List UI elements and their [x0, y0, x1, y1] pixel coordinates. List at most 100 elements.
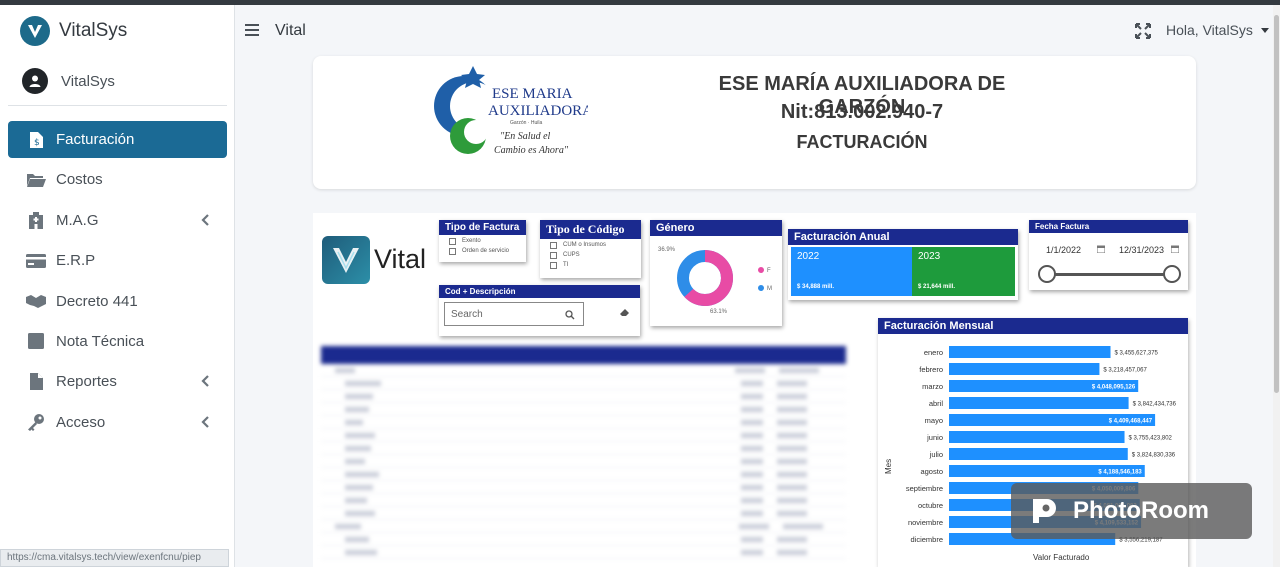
scrollbar-thumb[interactable] — [1274, 15, 1279, 393]
table-row — [321, 455, 846, 468]
fullscreen-icon[interactable] — [1135, 23, 1151, 39]
search-input[interactable]: Search — [444, 302, 584, 326]
slicer-title: Tipo de Factura — [439, 220, 526, 235]
category-label-mayo: mayo — [925, 416, 943, 425]
category-label-diciembre: diciembre — [910, 535, 943, 544]
bar-junio[interactable] — [949, 431, 1125, 443]
calendar-icon[interactable] — [1171, 245, 1179, 253]
brand-name: VitalSys — [59, 20, 128, 41]
genero-donut-chart: 36.9% 63.1% F M — [658, 247, 772, 315]
date-end[interactable]: 12/31/2023 — [1119, 245, 1164, 255]
slicer-cod-descripcion: Cod + Descripción Search — [439, 285, 640, 336]
sidebar-item-reportes[interactable]: Reportes — [8, 363, 227, 400]
user-panel[interactable]: VitalSys — [0, 57, 235, 105]
top-navbar: Vital Hola, VitalSys — [235, 5, 1280, 57]
sidebar: VitalSys VitalSys $ Facturación Costos M… — [0, 5, 235, 567]
sidebar-item-decreto-441[interactable]: Decreto 441 — [8, 283, 227, 320]
calendar-icon[interactable] — [1097, 245, 1105, 253]
data-label-mayo: $ 4,409,468,447 — [1109, 419, 1153, 425]
table-row — [321, 377, 846, 390]
logo-place: Garzón · Huila — [510, 120, 542, 126]
sidebar-item-label: M.A.G — [56, 211, 99, 229]
hamburger-menu-icon[interactable] — [245, 23, 259, 37]
card-title: Facturación Anual — [788, 229, 1018, 245]
sidebar-nav: $ Facturación Costos M.A.G E.R.P Decreto… — [8, 121, 227, 444]
sidebar-item-label: Reportes — [56, 373, 117, 391]
checkbox-option[interactable]: Exento — [449, 237, 526, 245]
sidebar-divider — [8, 105, 227, 106]
checkbox-option[interactable]: Orden de servicio — [449, 247, 526, 255]
checkbox[interactable] — [449, 237, 456, 245]
genero-donut-card: Género 36.9% 63.1% F M — [650, 220, 782, 326]
page-scrollbar[interactable] — [1273, 5, 1280, 567]
vital-logo-icon — [322, 236, 370, 284]
logo-slogan-line2: Cambio es Ahora" — [494, 145, 569, 156]
sidebar-item-erp[interactable]: E.R.P — [8, 242, 227, 279]
category-label-abril: abril — [929, 399, 944, 408]
svg-text:$: $ — [34, 138, 40, 148]
category-label-julio: julio — [929, 450, 943, 459]
table-row — [321, 416, 846, 429]
date-range-slider[interactable] — [1038, 265, 1181, 283]
checkbox-option[interactable]: TI — [550, 261, 641, 269]
brand[interactable]: VitalSys — [0, 5, 235, 57]
checkbox[interactable] — [550, 241, 557, 249]
card-title: Género — [650, 220, 782, 236]
category-label-junio: junio — [926, 433, 943, 442]
page-title[interactable]: Vital — [275, 22, 306, 40]
kpi-2023[interactable]: 2023 $ 21,644 mill. — [912, 247, 1015, 296]
slicer-title: Tipo de Código — [540, 220, 641, 239]
bar-febrero[interactable] — [949, 363, 1100, 375]
option-label: Exento — [462, 238, 481, 244]
photoroom-watermark: PhotoRoom — [1011, 483, 1252, 539]
option-label: TI — [563, 262, 569, 268]
kpi-2022[interactable]: 2022 $ 34,888 mill. — [791, 247, 912, 296]
table-row — [321, 520, 846, 533]
chevron-left-icon — [201, 415, 209, 428]
sidebar-item-acceso[interactable]: Acceso — [8, 404, 227, 441]
search-icon[interactable] — [565, 310, 575, 320]
sidebar-item-label: Decreto 441 — [56, 292, 138, 310]
user-dropdown[interactable]: Hola, VitalSys — [1166, 22, 1269, 38]
y-axis-label: Mes — [884, 459, 893, 474]
option-label: CUPS — [563, 252, 580, 258]
sidebar-item-nota-tecnica[interactable]: Nota Técnica — [8, 323, 227, 360]
date-start[interactable]: 1/1/2022 — [1046, 245, 1081, 255]
slider-handle-start[interactable] — [1038, 265, 1056, 283]
legend-label: M — [767, 286, 772, 292]
sidebar-item-mag[interactable]: M.A.G — [8, 202, 227, 239]
checkbox-option[interactable]: CUPS — [550, 251, 641, 259]
sidebar-item-costos[interactable]: Costos — [8, 161, 227, 198]
eraser-icon[interactable] — [619, 307, 631, 317]
chevron-left-icon — [201, 214, 209, 226]
legend-label: F — [767, 268, 771, 274]
legend-marker-f — [758, 267, 764, 273]
checkbox[interactable] — [550, 251, 557, 259]
logo-title-line1: ESE MARIA — [492, 86, 573, 102]
slider-handle-end[interactable] — [1163, 265, 1181, 283]
data-label-enero: $ 3,455,627,375 — [1115, 351, 1159, 357]
checkbox[interactable] — [550, 261, 557, 269]
kpi-year: 2023 — [918, 251, 941, 262]
table-row — [321, 403, 846, 416]
slicer-tipo-factura: Tipo de Factura Exento Orden de servicio — [439, 220, 526, 262]
sidebar-item-label: Nota Técnica — [56, 332, 145, 350]
logo-slogan-line1: "En Salud el — [500, 131, 551, 142]
sidebar-item-label: Acceso — [56, 413, 106, 431]
checkbox-option[interactable]: CUM o Insumos — [550, 241, 641, 249]
credit-card-icon — [26, 252, 46, 270]
bar-abril[interactable] — [949, 397, 1129, 409]
sidebar-item-facturacion[interactable]: $ Facturación — [8, 121, 227, 158]
sidebar-item-label: E.R.P — [56, 252, 96, 270]
table-header — [321, 346, 846, 364]
table-row — [321, 507, 846, 520]
search-placeholder: Search — [451, 308, 483, 320]
bar-julio[interactable] — [949, 448, 1128, 460]
bar-enero[interactable] — [949, 346, 1111, 358]
category-label-noviembre: noviembre — [908, 518, 943, 527]
sidebar-item-label: Costos — [56, 171, 103, 189]
checkbox[interactable] — [449, 247, 456, 255]
user-name: VitalSys — [61, 72, 115, 90]
data-label-julio: $ 3,824,830,336 — [1132, 453, 1176, 459]
table-row — [321, 429, 846, 442]
